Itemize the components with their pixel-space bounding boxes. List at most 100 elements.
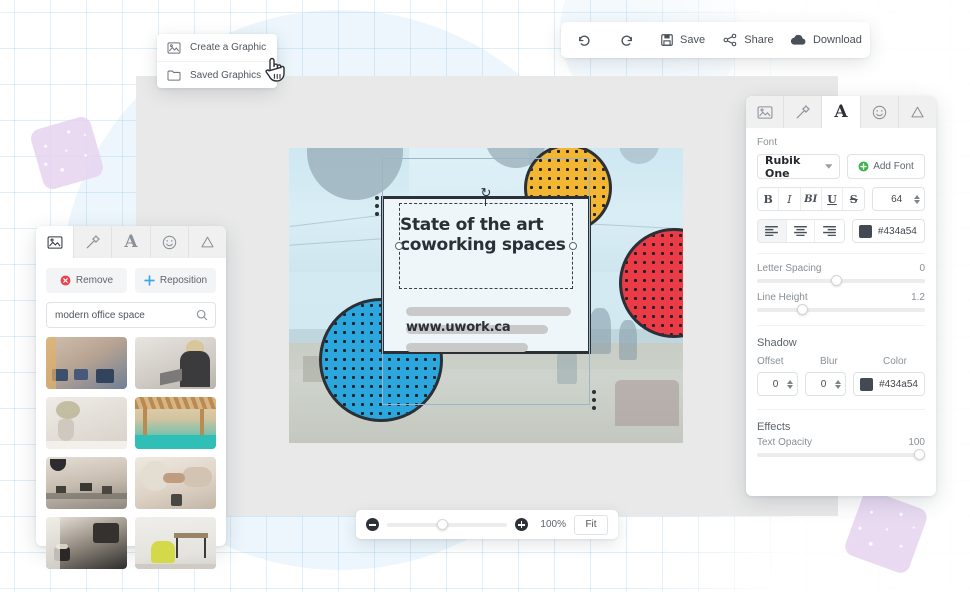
search-input[interactable] bbox=[55, 310, 191, 321]
font-size-stepper[interactable]: 64 bbox=[872, 187, 925, 211]
thumbnail-item[interactable] bbox=[46, 457, 127, 509]
strikethrough-button[interactable]: S bbox=[843, 188, 864, 210]
line-height-row: Line Height 1.2 bbox=[757, 292, 925, 303]
magic-wand-icon bbox=[795, 105, 810, 120]
thumbnail-item[interactable] bbox=[135, 397, 216, 449]
text-properties-panel: A Font Rubik One bbox=[746, 96, 936, 496]
font-size-spinner[interactable] bbox=[914, 195, 920, 204]
thumbnail-item[interactable] bbox=[135, 457, 216, 509]
font-family-select[interactable]: Rubik One bbox=[757, 154, 840, 179]
resize-handle-right[interactable] bbox=[569, 242, 577, 250]
text-a-icon: A bbox=[124, 234, 137, 251]
tab-image[interactable] bbox=[746, 96, 784, 128]
remove-label: Remove bbox=[76, 275, 113, 286]
rotate-handle-icon[interactable]: ↻ bbox=[479, 186, 493, 200]
tab-emoji[interactable] bbox=[861, 96, 899, 128]
slider-knob[interactable] bbox=[914, 449, 925, 460]
smiley-icon bbox=[872, 105, 887, 120]
shadow-color-picker[interactable]: #434a54 bbox=[853, 372, 925, 396]
align-right-button[interactable] bbox=[815, 220, 844, 242]
font-style-group: B I BI U S bbox=[757, 187, 865, 211]
tab-shapes[interactable] bbox=[189, 226, 226, 258]
save-icon bbox=[660, 33, 674, 47]
zoom-slider[interactable] bbox=[387, 523, 507, 527]
resize-handle-left[interactable] bbox=[395, 242, 403, 250]
zoom-percent: 100% bbox=[536, 519, 566, 530]
redo-button[interactable] bbox=[606, 22, 651, 58]
save-button[interactable]: Save bbox=[650, 22, 715, 58]
thumbnail-item[interactable] bbox=[46, 397, 127, 449]
bold-italic-button[interactable]: BI bbox=[801, 188, 822, 210]
menu-item-label: Saved Graphics bbox=[190, 70, 261, 81]
create-graphic-dropdown: Create a Graphic Saved Graphics bbox=[157, 34, 277, 88]
undo-button[interactable] bbox=[561, 22, 606, 58]
text-color-value: #434a54 bbox=[878, 226, 917, 237]
letter-spacing-slider[interactable] bbox=[757, 279, 925, 283]
zoom-slider-knob[interactable] bbox=[437, 519, 448, 530]
zoom-out-button[interactable] bbox=[366, 518, 379, 531]
thumbnail-item[interactable] bbox=[46, 517, 127, 569]
download-button[interactable]: Download bbox=[782, 22, 870, 58]
align-right-icon bbox=[823, 226, 836, 236]
slider-knob[interactable] bbox=[797, 304, 808, 315]
shadow-blur-stepper[interactable]: 0 bbox=[805, 372, 846, 396]
app-root: State of the art coworking spaces www.uw… bbox=[0, 0, 970, 592]
effects-section-label: Effects bbox=[757, 421, 925, 433]
tab-shapes[interactable] bbox=[899, 96, 936, 128]
download-icon bbox=[790, 33, 807, 47]
image-search-field[interactable] bbox=[46, 302, 216, 328]
divider bbox=[757, 409, 925, 410]
tab-magic[interactable] bbox=[74, 226, 112, 258]
menu-item-create-a-graphic[interactable]: Create a Graphic bbox=[157, 34, 277, 61]
design-url[interactable]: www.uwork.ca bbox=[406, 320, 510, 335]
menu-item-saved-graphics[interactable]: Saved Graphics bbox=[157, 61, 277, 88]
reposition-button[interactable]: Reposition bbox=[135, 268, 216, 293]
align-center-button[interactable] bbox=[787, 220, 816, 242]
zoom-in-button[interactable] bbox=[515, 518, 528, 531]
align-center-icon bbox=[794, 226, 807, 236]
reposition-label: Reposition bbox=[160, 275, 207, 286]
tab-text[interactable]: A bbox=[112, 226, 150, 258]
text-opacity-slider[interactable] bbox=[757, 453, 925, 457]
line-height-value: 1.2 bbox=[911, 292, 925, 303]
offset-spinner[interactable] bbox=[787, 380, 793, 389]
selection-grip-left[interactable] bbox=[375, 196, 379, 220]
text-color-picker[interactable]: #434a54 bbox=[852, 219, 925, 243]
shadow-offset-stepper[interactable]: 0 bbox=[757, 372, 798, 396]
remove-icon bbox=[60, 275, 71, 286]
line-height-slider[interactable] bbox=[757, 308, 925, 312]
font-family-value: Rubik One bbox=[765, 154, 825, 180]
thumbnail-item[interactable] bbox=[46, 337, 127, 389]
blur-label: Blur bbox=[820, 356, 876, 367]
offset-label: Offset bbox=[757, 356, 813, 367]
underline-button[interactable]: U bbox=[822, 188, 843, 210]
shadow-controls-row: 0 0 #434a54 bbox=[757, 372, 925, 396]
thumbnail-item[interactable] bbox=[135, 517, 216, 569]
italic-button[interactable]: I bbox=[779, 188, 800, 210]
shadow-color-swatch bbox=[860, 378, 873, 391]
text-properties-body: Font Rubik One Add Font B I BI bbox=[746, 128, 936, 470]
bold-button[interactable]: B bbox=[758, 188, 779, 210]
tab-magic[interactable] bbox=[784, 96, 822, 128]
share-button[interactable]: Share bbox=[715, 22, 782, 58]
text-element-selection[interactable] bbox=[399, 203, 573, 289]
chevron-down-icon bbox=[825, 164, 832, 169]
slider-knob[interactable] bbox=[831, 275, 842, 286]
undo-icon bbox=[576, 33, 591, 48]
remove-button[interactable]: Remove bbox=[46, 268, 127, 293]
tab-emoji[interactable] bbox=[151, 226, 189, 258]
thumbnail-item[interactable] bbox=[135, 337, 216, 389]
tab-image[interactable] bbox=[36, 226, 74, 258]
plus-circle-icon bbox=[858, 161, 869, 172]
tab-text[interactable]: A bbox=[822, 96, 860, 128]
add-font-button[interactable]: Add Font bbox=[847, 154, 925, 179]
align-left-button[interactable] bbox=[758, 220, 787, 242]
letter-spacing-label: Letter Spacing bbox=[757, 263, 822, 274]
blur-value: 0 bbox=[812, 379, 835, 390]
align-left-icon bbox=[765, 226, 778, 236]
divider bbox=[757, 253, 925, 254]
magic-wand-icon bbox=[85, 235, 100, 250]
selection-grip-right[interactable] bbox=[592, 390, 596, 414]
zoom-fit-button[interactable]: Fit bbox=[574, 515, 608, 535]
blur-spinner[interactable] bbox=[835, 380, 841, 389]
